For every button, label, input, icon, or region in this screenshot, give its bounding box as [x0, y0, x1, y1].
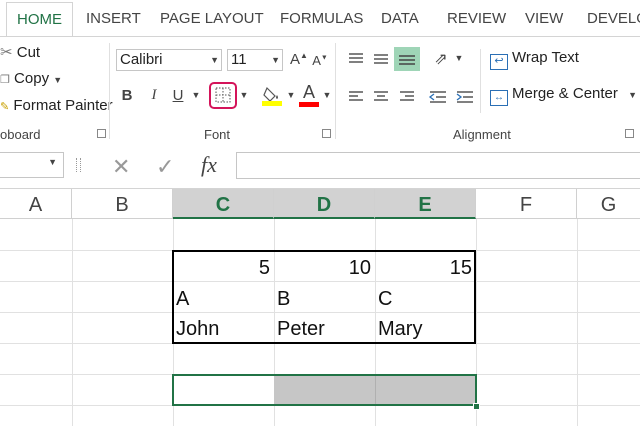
cell-d-value[interactable]: 10	[275, 257, 371, 280]
increase-font-icon[interactable]: A▲	[290, 51, 308, 68]
align-center-icon[interactable]	[372, 89, 390, 105]
borders-button[interactable]	[209, 82, 237, 109]
wrap-text-label: Wrap Text	[512, 49, 579, 66]
highlight-color-bar	[262, 101, 282, 106]
cell-c-value[interactable]: John	[176, 318, 219, 341]
scissors-icon: ✂	[0, 44, 13, 61]
ribbon-tabs: HOME INSERT PAGE LAYOUT FORMULAS DATA RE…	[0, 0, 640, 37]
chevron-down-icon[interactable]: ▼	[191, 90, 201, 100]
tab-data[interactable]: DATA	[381, 0, 419, 36]
wrap-text-icon: ↩	[490, 54, 508, 70]
increase-indent-icon[interactable]	[455, 89, 475, 105]
formula-bar: ▼ ✕ ✓ fx	[0, 144, 640, 189]
decrease-indent-icon[interactable]	[428, 89, 448, 105]
formula-input[interactable]	[236, 152, 640, 179]
bold-button[interactable]: B	[119, 87, 135, 104]
chevron-down-icon: ▼	[271, 55, 280, 65]
enter-icon[interactable]: ✓	[156, 154, 174, 180]
align-middle-icon[interactable]	[372, 51, 390, 67]
clipboard-group-label: oboard	[0, 127, 41, 142]
align-left-icon[interactable]	[347, 89, 365, 105]
cut-button[interactable]: ✂ Cut	[0, 43, 40, 61]
format-painter-button[interactable]: ✎ Format Painter	[0, 97, 113, 114]
insert-function-button[interactable]: fx	[201, 152, 217, 178]
cell-d-value[interactable]: B	[277, 288, 290, 311]
chevron-down-icon: ▼	[210, 55, 219, 65]
column-header-a[interactable]: A	[0, 189, 72, 219]
wrap-text-button[interactable]: ↩ Wrap Text	[490, 49, 579, 70]
column-header-e[interactable]: E	[375, 189, 476, 219]
alignment-launcher-icon[interactable]	[625, 129, 634, 138]
chevron-down-icon: ▼	[628, 90, 637, 100]
divider	[480, 49, 481, 113]
cell-c-value[interactable]: 5	[174, 257, 270, 280]
orientation-icon[interactable]: ⇗	[430, 49, 452, 69]
chevron-down-icon[interactable]: ▼	[322, 90, 332, 100]
column-header-b[interactable]: B	[72, 189, 173, 219]
tab-home[interactable]: HOME	[6, 2, 73, 37]
merge-center-button[interactable]: ↔ Merge & Center ▼	[490, 85, 637, 106]
cell-e-value[interactable]: 15	[376, 257, 472, 280]
chevron-down-icon[interactable]: ▼	[239, 90, 249, 100]
fill-color-button[interactable]	[262, 85, 282, 107]
fill-handle[interactable]	[473, 403, 480, 410]
cell-c-value[interactable]: A	[176, 288, 189, 311]
cancel-icon[interactable]: ✕	[112, 154, 130, 180]
selection-range[interactable]	[172, 374, 477, 406]
chevron-down-icon: ▼	[53, 75, 63, 85]
merge-center-label: Merge & Center	[512, 85, 618, 102]
cell-e-value[interactable]: C	[378, 288, 392, 311]
tab-review[interactable]: REVIEW	[447, 0, 506, 36]
column-header-c[interactable]: C	[173, 189, 274, 219]
worksheet-grid: A B C D E F G 5 10 15 A B C John Peter M…	[0, 189, 640, 426]
divider	[335, 43, 336, 139]
copy-icon: ❐	[0, 74, 10, 86]
column-header-d[interactable]: D	[274, 189, 375, 219]
font-group-label: Font	[204, 127, 231, 142]
font-launcher-icon[interactable]	[322, 129, 331, 138]
paintbrush-icon: ✎	[0, 101, 10, 113]
resize-handle[interactable]	[76, 158, 81, 172]
copy-label: Copy	[14, 70, 50, 87]
chevron-down-icon: ▼	[48, 157, 57, 167]
name-box[interactable]: ▼	[0, 152, 64, 178]
tab-developer[interactable]: DEVELO	[587, 0, 640, 36]
cell-e-value[interactable]: Mary	[378, 318, 422, 341]
align-bottom-icon	[399, 55, 415, 65]
font-size-value: 11	[231, 51, 247, 68]
tab-page-layout[interactable]: PAGE LAYOUT	[160, 0, 264, 36]
align-right-icon[interactable]	[398, 89, 416, 105]
borders-icon	[215, 87, 231, 103]
cell-d-value[interactable]: Peter	[277, 318, 325, 341]
column-header-f[interactable]: F	[476, 189, 577, 219]
ribbon: ✂ Cut ❐ Copy ▼ ✎ Format Painter oboard C…	[0, 36, 640, 145]
underline-button[interactable]: U	[170, 87, 186, 104]
align-bottom-button[interactable]	[394, 47, 420, 71]
tab-insert[interactable]: INSERT	[86, 0, 141, 36]
decrease-font-icon[interactable]: A▼	[312, 53, 328, 68]
tab-view[interactable]: VIEW	[525, 0, 563, 36]
italic-button[interactable]: I	[146, 87, 162, 104]
font-size-select[interactable]: 11 ▼	[227, 49, 283, 71]
font-color-bar	[299, 102, 319, 107]
font-color-button[interactable]: A	[299, 83, 319, 107]
alignment-group-label: Alignment	[453, 127, 511, 142]
align-top-icon[interactable]	[347, 51, 365, 67]
font-family-select[interactable]: Calibri ▼	[116, 49, 222, 71]
font-color-icon: A	[302, 82, 315, 102]
format-painter-label: Format Painter	[13, 97, 113, 114]
column-header-g[interactable]: G	[577, 189, 640, 219]
chevron-down-icon[interactable]: ▼	[454, 53, 464, 63]
clipboard-launcher-icon[interactable]	[97, 129, 106, 138]
copy-button[interactable]: ❐ Copy ▼	[0, 70, 62, 87]
tab-formulas[interactable]: FORMULAS	[280, 0, 363, 36]
divider	[109, 43, 110, 139]
cut-label: Cut	[16, 44, 41, 61]
merge-center-icon: ↔	[490, 90, 508, 106]
chevron-down-icon[interactable]: ▼	[286, 90, 296, 100]
font-family-value: Calibri	[120, 51, 163, 68]
